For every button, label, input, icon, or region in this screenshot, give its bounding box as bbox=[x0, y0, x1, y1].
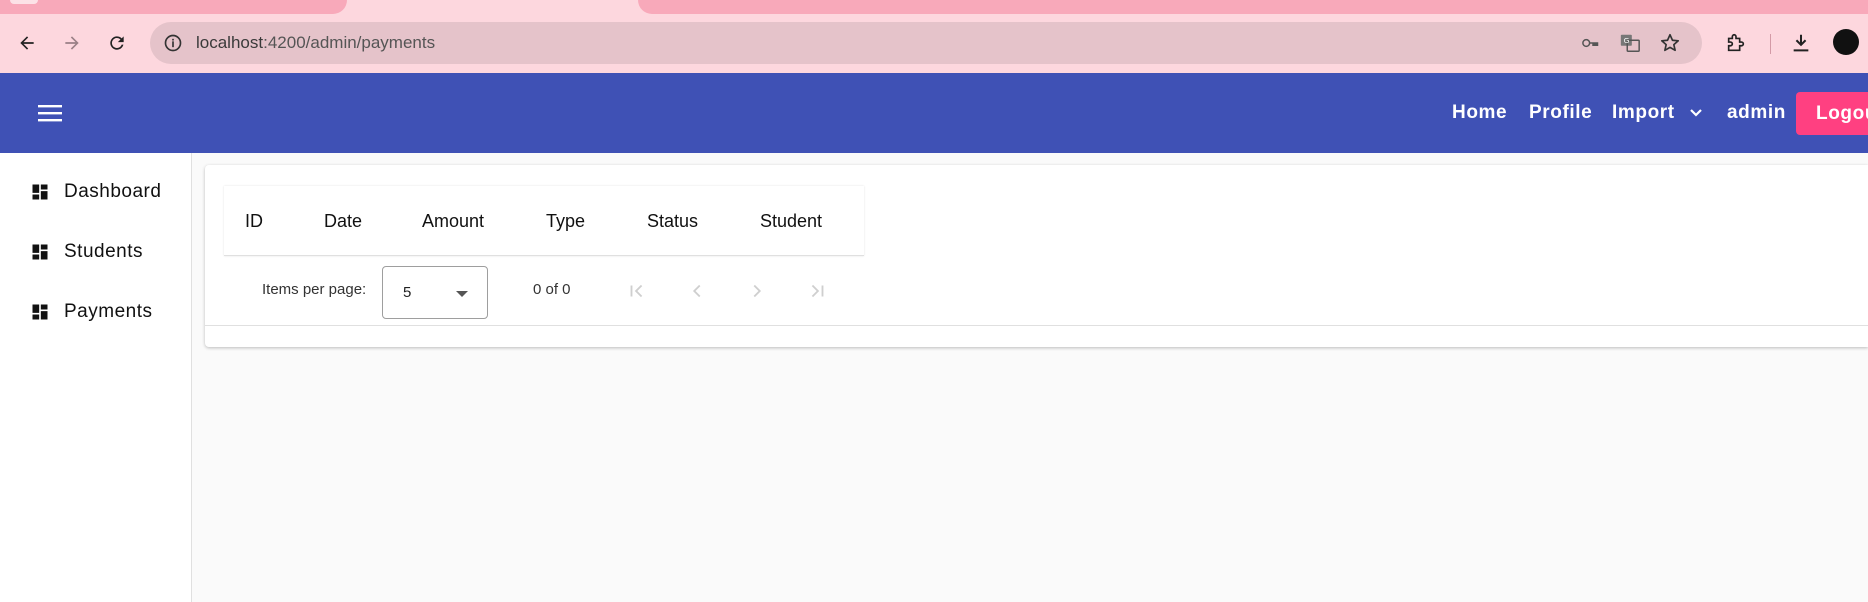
hamburger-menu-icon bbox=[38, 105, 62, 122]
svg-text:G: G bbox=[1624, 36, 1630, 45]
sidebar-item-payments[interactable]: Payments bbox=[30, 298, 152, 326]
sidebar-item-label: Students bbox=[64, 241, 143, 262]
chevron-down-icon bbox=[1689, 109, 1702, 117]
paginator: Items per page: 5 0 of 0 bbox=[224, 256, 864, 326]
last-page-button[interactable] bbox=[802, 276, 832, 306]
toolbar-divider bbox=[1770, 34, 1771, 54]
site-info-icon[interactable] bbox=[162, 32, 184, 54]
first-page-icon bbox=[630, 284, 643, 298]
arrow-left-icon bbox=[20, 36, 34, 50]
payments-card: ID Date Amount Type Status Student Items… bbox=[205, 165, 1868, 347]
page-size-value: 5 bbox=[403, 284, 412, 301]
nav-home-label: Home bbox=[1452, 102, 1508, 123]
browser-tab-inactive[interactable] bbox=[638, 0, 1868, 14]
column-header-date[interactable]: Date bbox=[324, 211, 362, 232]
column-header-id[interactable]: ID bbox=[245, 211, 263, 232]
translate-icon[interactable]: G bbox=[1618, 32, 1642, 54]
url-path: :4200/admin/payments bbox=[263, 33, 436, 52]
downloads-button[interactable] bbox=[1786, 28, 1816, 58]
download-icon bbox=[1793, 34, 1809, 52]
payments-table: ID Date Amount Type Status Student bbox=[224, 186, 864, 256]
previous-page-button[interactable] bbox=[682, 276, 712, 306]
app-header: Home Profile Import admin Logout bbox=[0, 73, 1868, 153]
key-icon[interactable] bbox=[1578, 32, 1602, 54]
nav-import-label: Import bbox=[1612, 102, 1675, 123]
column-header-amount[interactable]: Amount bbox=[422, 211, 484, 232]
column-header-type[interactable]: Type bbox=[546, 211, 585, 232]
reload-button[interactable] bbox=[102, 28, 132, 58]
nav-user-link[interactable]: admin bbox=[1727, 73, 1786, 153]
sidebar-item-label: Payments bbox=[64, 301, 153, 322]
chevron-left-icon bbox=[692, 284, 701, 298]
nav-user-label: admin bbox=[1727, 102, 1786, 123]
sidebar: Dashboard Students Payments bbox=[0, 153, 192, 602]
chevron-right-icon bbox=[753, 284, 762, 298]
tab-favicon bbox=[10, 0, 38, 4]
sidebar-item-label: Dashboard bbox=[64, 181, 162, 202]
last-page-icon bbox=[811, 284, 824, 298]
browser-tab[interactable] bbox=[0, 0, 347, 14]
next-page-button[interactable] bbox=[742, 276, 772, 306]
nav-home-link[interactable]: Home bbox=[1452, 73, 1507, 153]
nav-import-dropdown[interactable]: Import bbox=[1612, 73, 1703, 153]
url-host: localhost bbox=[196, 33, 264, 52]
forward-button[interactable] bbox=[57, 28, 87, 58]
menu-toggle-button[interactable] bbox=[34, 97, 66, 129]
reload-icon bbox=[110, 36, 124, 50]
url-text: localhost:4200/admin/payments bbox=[196, 33, 435, 53]
logout-button[interactable]: Logout bbox=[1796, 92, 1868, 135]
card-divider bbox=[205, 325, 1868, 326]
bookmark-star-icon[interactable] bbox=[1658, 32, 1682, 54]
puzzle-icon bbox=[1727, 33, 1745, 52]
page-size-select[interactable]: 5 bbox=[382, 266, 488, 319]
browser-tab-strip bbox=[0, 0, 1868, 14]
dashboard-icon bbox=[32, 184, 48, 200]
column-header-status[interactable]: Status bbox=[647, 211, 698, 232]
sidebar-item-students[interactable]: Students bbox=[30, 238, 143, 266]
arrow-right-icon bbox=[65, 36, 79, 50]
column-header-student[interactable]: Student bbox=[760, 211, 822, 232]
address-bar[interactable]: localhost:4200/admin/payments G bbox=[150, 22, 1702, 64]
sidebar-item-dashboard[interactable]: Dashboard bbox=[30, 178, 161, 206]
dashboard-icon bbox=[32, 244, 48, 260]
back-button[interactable] bbox=[12, 28, 42, 58]
items-per-page-label: Items per page: bbox=[262, 281, 367, 298]
nav-profile-label: Profile bbox=[1529, 102, 1593, 123]
first-page-button[interactable] bbox=[622, 276, 652, 306]
nav-profile-link[interactable]: Profile bbox=[1529, 73, 1592, 153]
profile-avatar[interactable] bbox=[1833, 29, 1859, 55]
dashboard-icon bbox=[32, 304, 48, 320]
dropdown-caret-icon bbox=[456, 291, 468, 297]
extensions-button[interactable] bbox=[1721, 28, 1751, 58]
browser-toolbar: localhost:4200/admin/payments G bbox=[0, 14, 1868, 73]
range-label: 0 of 0 bbox=[533, 281, 571, 298]
